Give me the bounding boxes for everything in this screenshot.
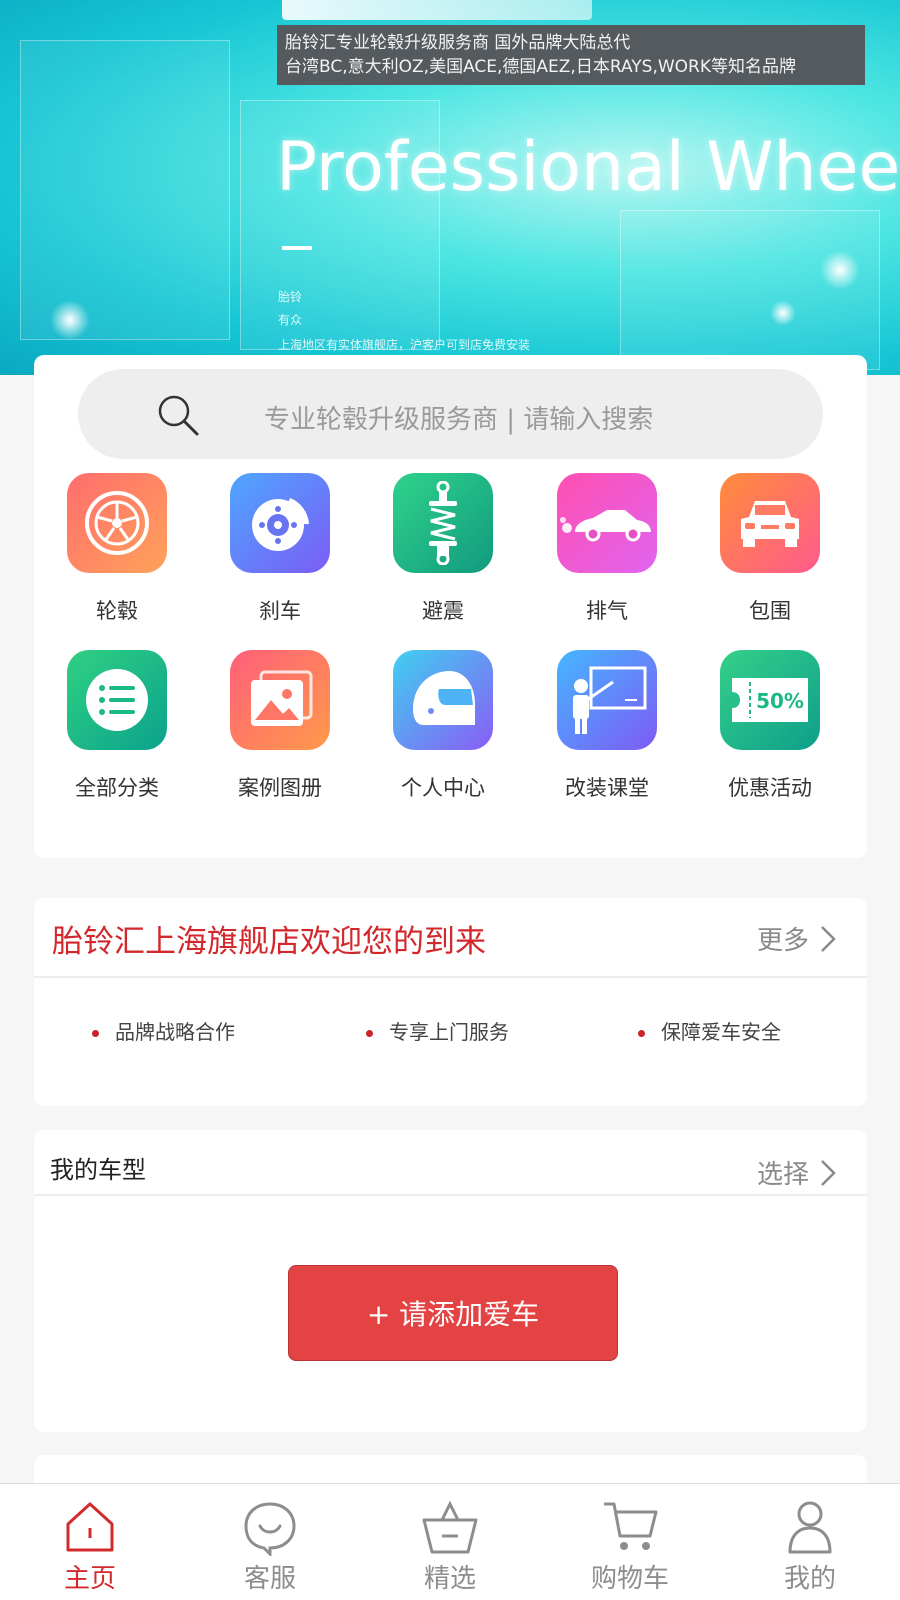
banner-info-line: 胎铃汇专业轮毂升级服务商 国外品牌大陆总代 <box>285 33 631 53</box>
category-exhaust[interactable]: 排气 <box>524 473 690 653</box>
banner-glow <box>770 300 796 326</box>
category-wheel[interactable]: 轮毂 <box>34 473 200 653</box>
category-brake[interactable]: 刹车 <box>197 473 363 653</box>
tab-customer-service[interactable]: 客服 <box>180 1484 360 1600</box>
banner-small-text: 胎铃 <box>278 290 303 304</box>
divider <box>34 976 867 978</box>
feature-bullet: 保障爱车安全 <box>638 1016 781 1045</box>
my-car-card: 我的车型 选择 + 请添加爱车 <box>34 1130 867 1432</box>
chevron-right-icon <box>821 925 836 952</box>
tab-home[interactable]: 主页 <box>0 1484 180 1600</box>
category-label: 刹车 <box>259 599 301 623</box>
tab-label: 购物车 <box>590 1564 669 1594</box>
gallery-icon <box>230 650 330 750</box>
banner-dash <box>282 246 312 250</box>
banner-headline-fragment <box>282 0 592 20</box>
feature-bullet: 品牌战略合作 <box>92 1016 235 1045</box>
category-bodykit[interactable]: 包围 <box>687 473 853 653</box>
feature-text: 保障爱车安全 <box>661 1020 781 1044</box>
feature-bullet: 专享上门服务 <box>366 1016 509 1045</box>
chat-icon <box>244 1502 296 1556</box>
car-front-icon <box>720 473 820 573</box>
feature-text: 品牌战略合作 <box>115 1020 235 1044</box>
exhaust-car-icon <box>557 473 657 573</box>
welcome-card: 胎铃汇上海旗舰店欢迎您的到来 更多 品牌战略合作 专享上门服务 保障爱车安全 <box>34 898 867 1106</box>
bullet-dot <box>638 1030 645 1037</box>
select-label: 选择 <box>756 1160 809 1190</box>
tab-label: 客服 <box>243 1564 296 1594</box>
category-label: 轮毂 <box>96 599 138 623</box>
category-label: 优惠活动 <box>728 776 812 800</box>
tab-label: 主页 <box>63 1564 116 1594</box>
user-icon <box>788 1501 832 1554</box>
category-card: 专业轮毂升级服务商 | 请输入搜索 轮毂 刹车 避震 排气 包围 全部分类 案例… <box>34 355 867 858</box>
svg-text:50%: 50% <box>756 689 804 713</box>
category-classroom[interactable]: 改装课堂 <box>524 650 690 830</box>
divider <box>34 1194 867 1196</box>
category-label: 个人中心 <box>401 776 485 800</box>
banner-info-line: 台湾BC,意大利OZ,美国ACE,德国AEZ,日本RAYS,WORK等知名品牌 <box>285 57 796 77</box>
more-label: 更多 <box>756 926 809 956</box>
shock-absorber-icon <box>393 473 493 573</box>
feature-text: 专享上门服务 <box>389 1020 509 1044</box>
add-car-label: + 请添加爱车 <box>366 1298 540 1331</box>
home-icon <box>66 1502 114 1552</box>
welcome-heading: 胎铃汇上海旗舰店欢迎您的到来 <box>52 924 486 960</box>
banner-small-text: 上海地区有实体旗舰店，沪客户可到店免费安装 <box>278 338 531 352</box>
wheel-icon <box>67 473 167 573</box>
tab-featured[interactable]: 精选 <box>360 1484 540 1600</box>
category-label: 案例图册 <box>238 776 322 800</box>
category-label: 改装课堂 <box>565 776 649 800</box>
tab-me[interactable]: 我的 <box>720 1484 900 1600</box>
basket-icon <box>422 1500 478 1554</box>
tab-label: 我的 <box>783 1564 836 1594</box>
search-placeholder: 专业轮毂升级服务商 | 请输入搜索 <box>264 405 654 435</box>
search-icon <box>158 395 199 436</box>
my-car-heading: 我的车型 <box>50 1156 146 1184</box>
banner-title: Professional Wheels <box>276 128 900 207</box>
more-link[interactable]: 更多 <box>757 920 837 957</box>
brake-disc-icon <box>230 473 330 573</box>
select-link[interactable]: 选择 <box>757 1154 837 1191</box>
category-promotions[interactable]: 50% 优惠活动 <box>687 650 853 830</box>
category-label: 避震 <box>422 599 464 623</box>
category-gallery[interactable]: 案例图册 <box>197 650 363 830</box>
tab-cart[interactable]: 购物车 <box>540 1484 720 1600</box>
hero-banner[interactable]: 胎铃汇专业轮毂升级服务商 国外品牌大陆总代 台湾BC,意大利OZ,美国ACE,德… <box>0 0 900 375</box>
add-car-button[interactable]: + 请添加爱车 <box>288 1265 618 1361</box>
banner-glow <box>50 300 90 340</box>
banner-info-box: 胎铃汇专业轮毂升级服务商 国外品牌大陆总代 台湾BC,意大利OZ,美国ACE,德… <box>277 25 865 85</box>
search-bar[interactable]: 专业轮毂升级服务商 | 请输入搜索 <box>78 369 823 459</box>
bottom-tab-bar: 主页 客服 精选 购物车 我的 <box>0 1483 900 1600</box>
bullet-dot <box>92 1030 99 1037</box>
helmet-icon <box>393 650 493 750</box>
bullet-dot <box>366 1030 373 1037</box>
category-label: 全部分类 <box>75 776 159 800</box>
category-label: 包围 <box>749 599 791 623</box>
banner-decor-panel <box>620 210 880 370</box>
chevron-right-icon <box>821 1159 836 1186</box>
cart-icon <box>604 1502 658 1550</box>
category-label: 排气 <box>586 599 628 623</box>
coupon-icon: 50% <box>720 650 820 750</box>
category-all[interactable]: 全部分类 <box>34 650 200 830</box>
banner-small-text: 有众 <box>278 313 303 327</box>
category-shock[interactable]: 避震 <box>360 473 526 653</box>
classroom-icon <box>557 650 657 750</box>
tab-label: 精选 <box>423 1564 476 1594</box>
list-icon <box>67 650 167 750</box>
banner-decor-panel <box>20 40 230 340</box>
category-personal-center[interactable]: 个人中心 <box>360 650 526 830</box>
banner-glow <box>820 250 860 290</box>
